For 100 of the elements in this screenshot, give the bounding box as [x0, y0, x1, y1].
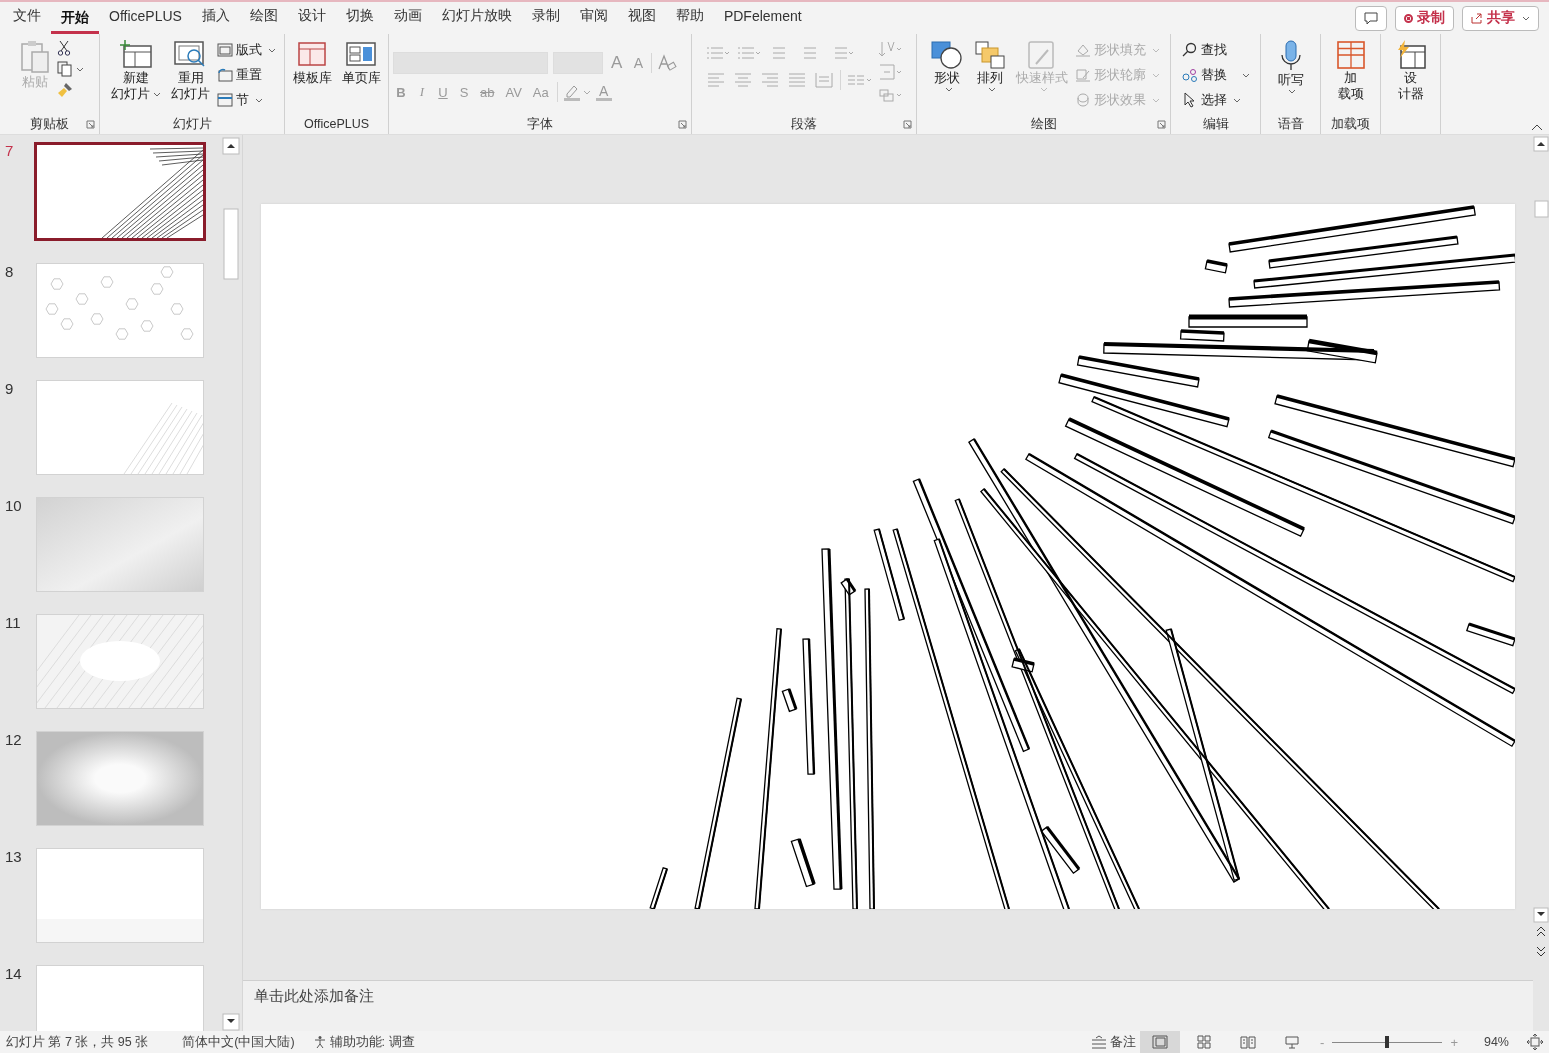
arrange-icon — [974, 40, 1006, 70]
text-direction-icon[interactable] — [877, 40, 904, 58]
group-label: 段落 — [791, 115, 817, 133]
scrollbar[interactable] — [222, 137, 240, 1031]
dialog-launcher-icon[interactable] — [903, 120, 912, 129]
zoom-slider-thumb[interactable] — [1385, 1036, 1390, 1048]
reuse-slide-button[interactable]: 重用 幻灯片 — [168, 38, 213, 104]
language-status[interactable]: 简体中文(中国大陆) — [182, 1033, 295, 1051]
dialog-launcher-icon[interactable] — [678, 120, 687, 129]
ribbon-tab[interactable]: 视图 — [617, 2, 666, 35]
numbered-list-icon[interactable] — [735, 44, 762, 62]
group-label: 加载项 — [1331, 115, 1370, 133]
ribbon-tab[interactable]: 审阅 — [569, 2, 618, 35]
ribbon-tab[interactable]: 切换 — [335, 2, 384, 35]
section-button[interactable]: 节 — [217, 90, 263, 110]
slide-number: 12 — [4, 731, 23, 748]
ribbon-tab[interactable]: 幻灯片放映 — [431, 2, 522, 35]
slide-number: 14 — [4, 965, 23, 982]
share-button[interactable]: 共享 — [1462, 5, 1539, 31]
caret-icon — [1152, 72, 1160, 78]
speech-bubble-icon — [1364, 11, 1378, 25]
notes-placeholder[interactable]: 单击此处添加备注 — [254, 987, 374, 1006]
search-icon — [1181, 42, 1198, 58]
fit-to-window-icon[interactable] — [1527, 1034, 1543, 1050]
template-library-button[interactable]: 模板库 — [289, 38, 335, 88]
microphone-icon — [1279, 40, 1302, 72]
dialog-launcher-icon[interactable] — [1157, 120, 1166, 129]
arrange-button[interactable]: 排列 — [971, 38, 1009, 94]
caret-icon — [1522, 15, 1530, 21]
ribbon-tab[interactable]: OfficePLUS — [99, 2, 192, 34]
person-icon — [312, 1035, 327, 1049]
distributed-icon[interactable] — [812, 71, 835, 89]
ribbon-tab[interactable]: 设计 — [287, 2, 336, 35]
ribbon-tab[interactable]: 帮助 — [665, 2, 714, 35]
scissors-icon[interactable] — [56, 40, 71, 56]
add-ins-button[interactable]: 加 载项 — [1332, 38, 1369, 104]
group-label: 绘图 — [1030, 115, 1057, 133]
slide-number: 11 — [4, 614, 22, 631]
caret-icon — [153, 92, 161, 97]
slide-number: 10 — [4, 497, 23, 514]
record-icon — [1404, 13, 1413, 23]
notes-button[interactable]: 备注 — [1091, 1033, 1137, 1051]
shape-effects-icon — [1075, 93, 1091, 107]
zoom-level[interactable]: 94% — [1483, 1035, 1509, 1049]
ribbon-tab[interactable]: 文件 — [3, 2, 51, 35]
caret-icon — [1039, 87, 1048, 92]
layout-icon — [217, 43, 233, 57]
shapes-icon — [930, 40, 964, 70]
ribbon-tab[interactable]: 录制 — [521, 2, 570, 35]
copy-icon[interactable] — [56, 61, 83, 77]
ribbon-tab[interactable]: PDFelement — [713, 2, 812, 34]
outline-pen-icon — [1075, 68, 1091, 82]
group-label: 幻灯片 — [172, 115, 212, 133]
caret-icon — [944, 87, 953, 92]
accessibility-button[interactable]: 辅助功能: 调查 — [312, 1033, 415, 1051]
caret-icon — [1288, 89, 1296, 94]
replace-button[interactable]: 替换 — [1181, 65, 1250, 85]
caret-icon — [987, 87, 996, 92]
ribbon-tab[interactable]: 绘图 — [239, 2, 288, 35]
page-library-button[interactable]: 单页库 — [338, 38, 384, 88]
caret-icon — [1241, 72, 1250, 78]
notes-icon — [1091, 1035, 1108, 1049]
clipboard-icon — [19, 40, 50, 74]
replace-icon — [1181, 67, 1198, 83]
record-button[interactable]: 录制 — [1395, 5, 1454, 31]
highlighter-icon[interactable] — [562, 83, 591, 101]
dialog-launcher-icon[interactable] — [86, 120, 95, 129]
shapes-button[interactable]: 形状 — [927, 38, 967, 94]
ribbon-tab[interactable]: 插入 — [191, 2, 240, 35]
brush-icon[interactable] — [56, 82, 73, 98]
caret-icon — [268, 47, 276, 53]
section-icon — [217, 93, 233, 107]
group-label: 编辑 — [1202, 115, 1229, 133]
align-text-icon[interactable] — [877, 63, 904, 81]
reset-button[interactable]: 重置 — [217, 65, 262, 85]
slide-number: 7 — [4, 142, 15, 159]
slide-count: 幻灯片 第 7 张，共 95 张 — [6, 1033, 149, 1051]
new-slide-button[interactable]: 新建 幻灯片 — [108, 38, 164, 104]
caret-icon — [1232, 97, 1241, 103]
collapse-ribbon-icon[interactable] — [1531, 123, 1543, 131]
clear-format-icon[interactable] — [657, 54, 678, 72]
slide-number: 9 — [4, 380, 15, 397]
group-label: 字体 — [527, 115, 553, 133]
smartart-icon[interactable] — [877, 86, 904, 104]
grid-icon — [1335, 40, 1366, 70]
ribbon-tab[interactable]: 动画 — [383, 2, 432, 35]
dictate-button[interactable]: 听写 — [1274, 38, 1307, 96]
slide-thumbnail[interactable] — [34, 142, 206, 241]
find-button[interactable]: 查找 — [1181, 40, 1227, 60]
select-button[interactable]: 选择 — [1181, 90, 1241, 110]
slide-number: 8 — [4, 263, 15, 280]
share-icon — [1471, 12, 1483, 24]
comments-button[interactable] — [1355, 5, 1387, 31]
layout-button[interactable]: 版式 — [217, 40, 276, 60]
caret-icon — [1152, 47, 1160, 53]
normal-view-icon[interactable] — [1140, 1031, 1181, 1053]
designer-button[interactable]: 设 计器 — [1391, 38, 1430, 104]
group-label: 剪贴板 — [30, 115, 69, 133]
fill-bucket-icon — [1075, 43, 1091, 57]
caret-icon — [1152, 97, 1160, 103]
